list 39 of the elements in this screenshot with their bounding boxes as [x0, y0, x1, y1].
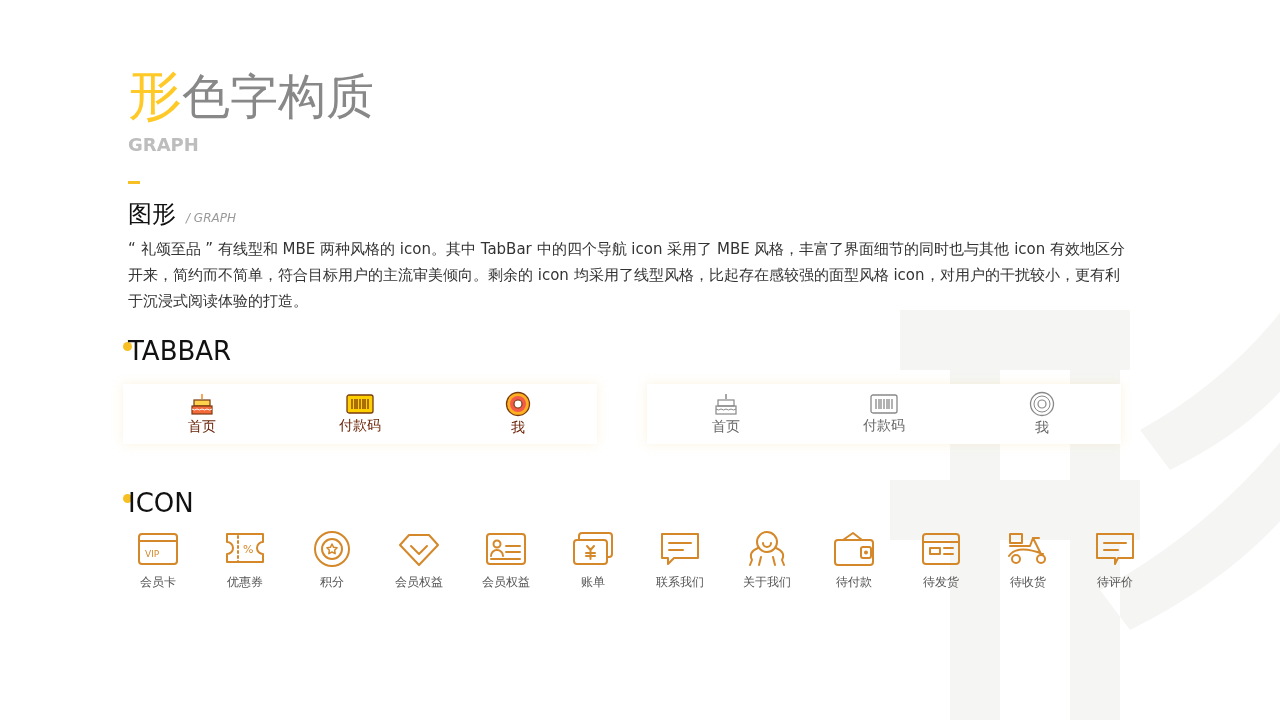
cake-icon[interactable] [189, 392, 215, 416]
tab-label[interactable]: 首页 [188, 418, 216, 436]
id-card-icon [484, 530, 527, 568]
icon-label: 关于我们 [742, 574, 791, 591]
icon-label: 会员权益 [481, 574, 530, 591]
tab-label[interactable]: 付款码 [863, 417, 905, 435]
chat-icon [658, 530, 701, 568]
icon-label: 联系我们 [655, 574, 704, 591]
page-title: 色字构质 [182, 67, 374, 126]
section-title: 图形 [128, 199, 176, 230]
accent-dash [128, 181, 140, 184]
card-icon [919, 530, 962, 568]
icon-heading: ICON [128, 488, 194, 518]
title-accent: 形 [128, 66, 182, 126]
tab-label[interactable]: 付款码 [339, 417, 381, 435]
tabbar-heading: TABBAR [128, 336, 232, 366]
icon-label: 积分 [319, 574, 344, 591]
icon-label: 优惠券 [226, 574, 263, 591]
tab-label[interactable]: 首页 [712, 418, 740, 436]
icon-label: 待付款 [835, 574, 872, 591]
tab-label[interactable]: 我 [1035, 419, 1049, 437]
icon-label: 会员权益 [394, 574, 443, 591]
page-subtitle: GRAPH [128, 134, 200, 155]
barcode-icon[interactable] [346, 393, 374, 415]
cake-icon[interactable] [713, 392, 739, 416]
wallet-icon [832, 530, 875, 568]
icon-label: 会员卡 [139, 574, 176, 591]
heading-dot [123, 493, 132, 503]
vip-card-icon: VIP [136, 530, 179, 568]
donut-icon[interactable] [505, 391, 531, 417]
icon-label: 待发货 [922, 574, 959, 591]
banknote-icon [571, 530, 614, 568]
section-tag: / GRAPH [186, 211, 236, 225]
icon-label: 待收货 [1009, 574, 1046, 591]
icon-label: 待评价 [1096, 574, 1133, 591]
section-description: “ 礼颂至品 ” 有线型和 MBE 两种风格的 icon。其中 TabBar 中的四个导航 icon 采用了 MBE 风格，丰富了界面细节的同时也与其他 icon 有效地区分开来，简约而不简单，符合目标用户的主流审美倾向。剩余的 icon 均采用了线型风格，比起存在感较强的面型风格 icon，对用户的干扰较小，更有利于沉浸式阅读体验的打造。 [128, 239, 1127, 312]
icon-label: 账单 [580, 574, 605, 591]
comment-icon [1093, 530, 1136, 568]
tab-label[interactable]: 我 [511, 419, 525, 437]
